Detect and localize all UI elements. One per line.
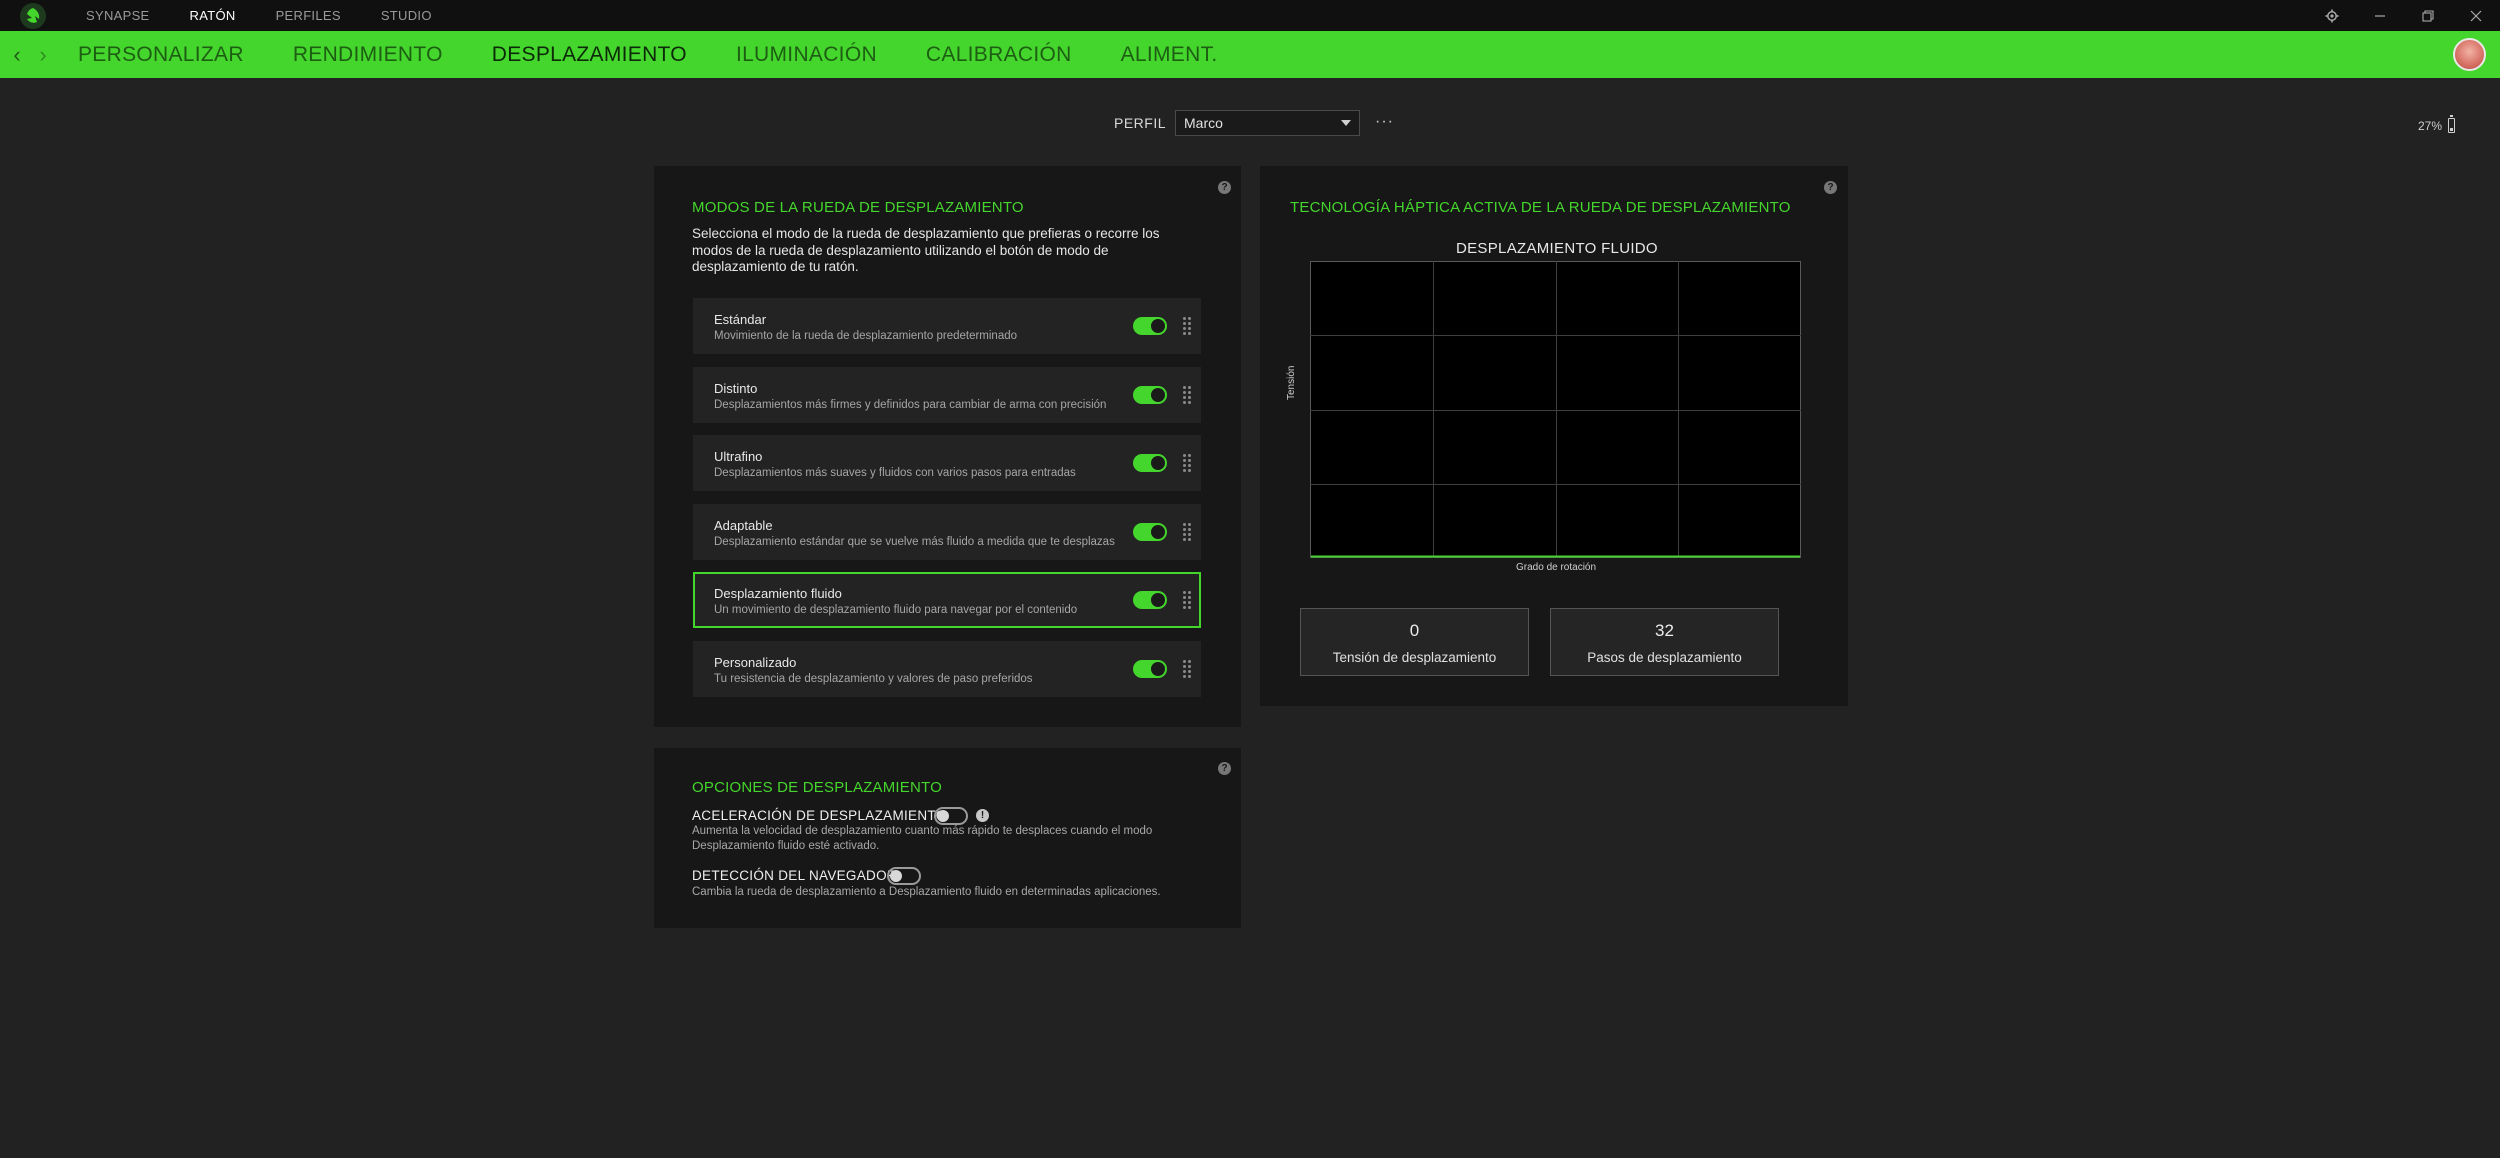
sub-nav-bar: ‹ › PERSONALIZAR RENDIMIENTO DESPLAZAMIE… [0,31,2500,78]
minimize-icon[interactable] [2356,0,2404,31]
close-icon[interactable] [2452,0,2500,31]
battery-percent: 27% [2418,118,2443,133]
mode-name: Distinto [714,381,758,396]
help-icon[interactable]: ? [1218,762,1231,775]
browser-detection-description: Cambia la rueda de desplazamiento a Desp… [692,886,1161,898]
more-options-icon[interactable]: ··· [1375,113,1394,131]
nav-perfiles[interactable]: PERFILES [276,8,341,23]
sub-nav: PERSONALIZAR RENDIMIENTO DESPLAZAMIENTO … [78,43,1267,67]
settings-icon[interactable] [2308,0,2356,31]
mode-description: Movimiento de la rueda de desplazamiento… [714,330,1018,342]
browser-detection-toggle[interactable] [887,867,921,885]
tension-box[interactable]: 0 Tensión de desplazamiento [1300,608,1529,676]
tab-desplazamiento[interactable]: DESPLAZAMIENTO [492,43,687,67]
chart-plot-area [1310,261,1801,558]
mode-name: Estándar [714,312,767,327]
mode-toggle[interactable] [1133,317,1167,335]
help-icon[interactable]: ? [1218,181,1231,194]
top-nav: SYNAPSE RATÓN PERFILES STUDIO [86,0,472,31]
nav-studio[interactable]: STUDIO [381,8,432,23]
scroll-mode-row[interactable]: Adaptable Desplazamiento estándar que se … [693,504,1201,560]
mode-name: Desplazamiento fluido [714,586,842,601]
mode-toggle[interactable] [1133,591,1167,609]
haptic-panel-title: TECNOLOGÍA HÁPTICA ACTIVA DE LA RUEDA DE… [1290,199,1791,216]
chart-title: DESPLAZAMIENTO FLUIDO [1456,240,1658,257]
info-icon[interactable]: ! [976,809,989,822]
nav-raton[interactable]: RATÓN [190,8,236,23]
mode-name: Personalizado [714,655,797,670]
drag-handle-icon[interactable] [1183,660,1193,678]
mode-toggle[interactable] [1133,386,1167,404]
title-bar: SYNAPSE RATÓN PERFILES STUDIO [0,0,2500,31]
mode-toggle[interactable] [1133,660,1167,678]
options-panel-title: OPCIONES DE DESPLAZAMIENTO [692,779,942,796]
modes-panel-title: MODOS DE LA RUEDA DE DESPLAZAMIENTO [692,199,1024,216]
mode-toggle[interactable] [1133,454,1167,472]
mode-name: Ultrafino [714,449,763,464]
acceleration-label: ACELERACIÓN DE DESPLAZAMIENTO [692,808,947,823]
window-controls [2308,0,2500,31]
battery-indicator: 27% [2418,115,2456,133]
battery-icon [2448,115,2456,133]
mode-description: Desplazamientos más firmes y definidos p… [714,399,1107,411]
steps-label: Pasos de desplazamiento [1587,650,1742,665]
scroll-mode-row[interactable]: Desplazamiento fluido Un movimiento de de… [693,572,1201,628]
acceleration-description: Aumenta la velocidad de desplazamiento c… [692,825,1153,852]
profile-label: PERFIL [1114,115,1167,131]
tab-personalizar[interactable]: PERSONALIZAR [78,43,244,67]
chart-y-label: Tensión [1286,365,1297,400]
mode-description: Tu resistencia de desplazamiento y valor… [714,673,1033,685]
tension-value: 0 [1409,621,1420,640]
help-icon[interactable]: ? [1824,181,1837,194]
chevron-down-icon [1341,120,1351,126]
restore-icon[interactable] [2404,0,2452,31]
scroll-mode-row[interactable]: Ultrafino Desplazamientos más suaves y fl… [693,435,1201,491]
avatar[interactable] [2453,38,2486,71]
profile-selected-value: Marco [1184,115,1223,131]
tab-iluminacion[interactable]: ILUMINACIÓN [736,43,877,67]
tab-rendimiento[interactable]: RENDIMIENTO [293,43,443,67]
steps-box[interactable]: 32 Pasos de desplazamiento [1550,608,1779,676]
drag-handle-icon[interactable] [1183,591,1193,609]
profile-dropdown[interactable]: Marco [1175,110,1360,136]
back-arrow-icon[interactable]: ‹ [4,42,30,68]
scroll-mode-row[interactable]: Personalizado Tu resistencia de desplazam… [693,641,1201,697]
mode-description: Desplazamiento estándar que se vuelve má… [714,536,1115,548]
tension-label: Tensión de desplazamiento [1332,650,1497,665]
drag-handle-icon[interactable] [1183,454,1193,472]
mode-description: Desplazamientos más suaves y fluidos con… [714,467,1076,479]
acceleration-toggle[interactable] [934,807,968,825]
drag-handle-icon[interactable] [1183,523,1193,541]
nav-synapse[interactable]: SYNAPSE [86,8,150,23]
drag-handle-icon[interactable] [1183,317,1193,335]
mode-description: Un movimiento de desplazamiento fluido p… [714,604,1078,616]
scroll-mode-row[interactable]: Distinto Desplazamientos más firmes y def… [693,367,1201,423]
browser-detection-label: DETECCIÓN DEL NAVEGADOR [692,868,897,883]
chart-x-label: Grado de rotación [1516,562,1597,573]
razer-logo-icon[interactable] [20,2,46,29]
tab-aliment[interactable]: ALIMENT. [1121,43,1218,67]
scroll-mode-row[interactable]: Estándar Movimiento de la rueda de despla… [693,298,1201,354]
steps-value: 32 [1655,621,1674,640]
forward-arrow-icon[interactable]: › [30,42,56,68]
drag-handle-icon[interactable] [1183,386,1193,404]
tension-chart [1310,261,1801,558]
mode-name: Adaptable [714,518,773,533]
mode-toggle[interactable] [1133,523,1167,541]
modes-panel-description: Selecciona el modo de la rueda de despla… [692,226,1160,274]
tab-calibracion[interactable]: CALIBRACIÓN [926,43,1072,67]
